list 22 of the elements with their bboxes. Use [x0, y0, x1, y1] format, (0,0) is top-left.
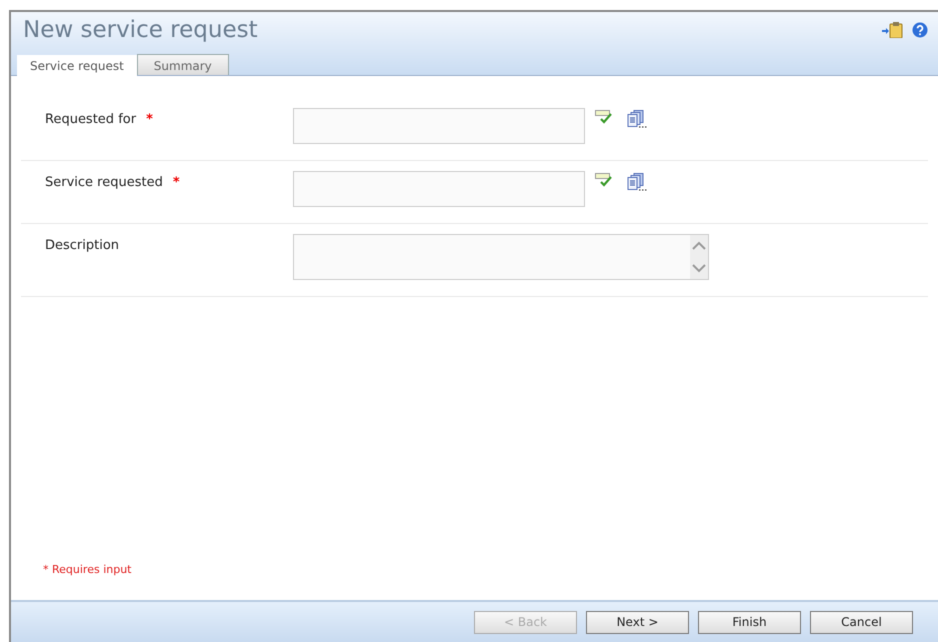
tab[interactable]: Summary	[136, 54, 229, 75]
required-note: * Requires input	[42, 563, 132, 578]
documents-icon[interactable]	[627, 173, 647, 191]
tab[interactable]: Service request	[17, 55, 137, 76]
input-field[interactable]	[293, 171, 585, 207]
scroll-down-icon[interactable]	[692, 263, 706, 273]
window-title: New service request	[23, 17, 258, 43]
field-label: Requested for	[45, 112, 136, 127]
field-label: Service requested	[45, 175, 163, 190]
required-marker: *	[172, 175, 180, 190]
wizard-button[interactable]: Next >	[586, 610, 689, 634]
check-names-icon[interactable]	[595, 173, 615, 187]
required-marker: *	[146, 112, 153, 127]
clipboard-icon[interactable]	[882, 22, 904, 38]
input-field[interactable]	[293, 108, 585, 144]
check-names-icon[interactable]	[595, 110, 615, 124]
documents-icon[interactable]	[627, 110, 647, 128]
field-label: Description	[45, 238, 120, 253]
help-icon[interactable]	[912, 22, 928, 38]
scroll-up-icon[interactable]	[692, 241, 706, 251]
wizard-button[interactable]: Cancel	[810, 610, 913, 634]
wizard-button[interactable]: Finish	[698, 610, 801, 634]
